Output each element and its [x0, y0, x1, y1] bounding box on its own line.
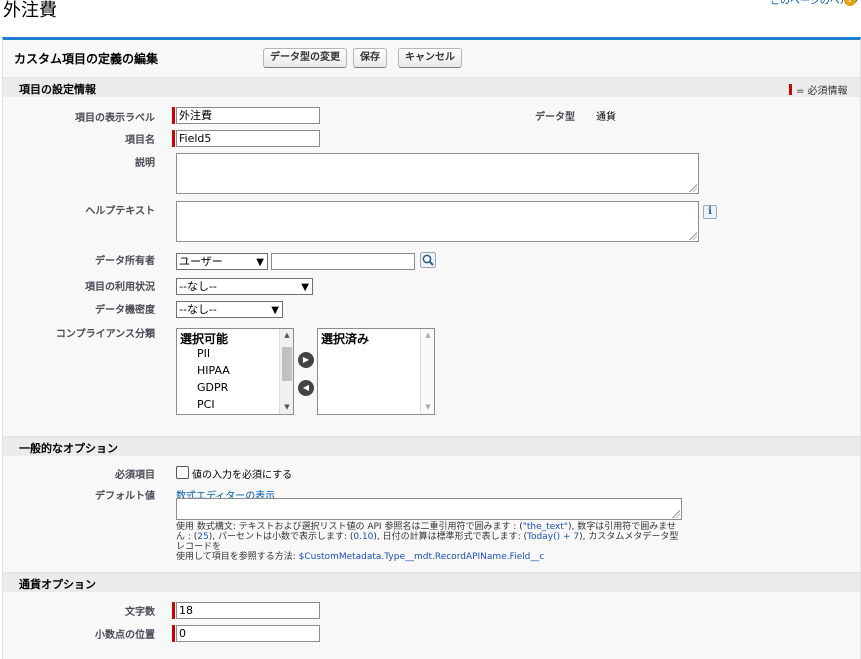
compliance-selected-list[interactable]: 選択済み ▲ ▼	[317, 328, 435, 415]
help-text-textarea[interactable]	[176, 201, 699, 242]
decimal-places-input[interactable]: 0	[176, 625, 320, 642]
add-arrow-icon[interactable]: ▶	[298, 352, 314, 368]
scroll-down-icon[interactable]: ▼	[280, 403, 293, 411]
chevron-down-icon: ▼	[301, 282, 309, 293]
length-label: 文字数	[125, 607, 155, 618]
compliance-label: コンプライアンス分類	[55, 329, 155, 340]
list-item[interactable]: PCI	[197, 398, 215, 411]
save-button[interactable]: 保存	[353, 48, 387, 68]
chevron-down-icon: ▼	[271, 305, 279, 316]
scroll-up-icon[interactable]: ▲	[421, 331, 434, 339]
info-icon[interactable]: i	[703, 205, 717, 219]
data-sensitivity-label: データ機密度	[95, 305, 155, 316]
cancel-button[interactable]: キャンセル	[398, 48, 462, 68]
section-title: 項目の設定情報	[19, 83, 96, 96]
data-owner-type-select[interactable]: ユーザー ▼	[176, 253, 268, 270]
resize-grip-icon[interactable]	[672, 510, 680, 518]
scrollbar[interactable]: ▲ ▼	[279, 329, 293, 414]
required-label: 必須項目	[115, 470, 155, 481]
length-input[interactable]: 18	[176, 602, 320, 619]
description-label: 説明	[135, 158, 155, 169]
section-field-info: 項目の設定情報 = 必須情報	[3, 77, 860, 97]
field-usage-select[interactable]: --なし-- ▼	[176, 278, 313, 295]
list-item[interactable]: GDPR	[197, 381, 228, 394]
formula-hint: 使用 数式構文: テキストおよび選択リスト値の API 参照名は二重引用符で囲み…	[176, 522, 679, 562]
display-label-input[interactable]: 外注費	[176, 107, 320, 124]
default-value-textarea[interactable]	[176, 498, 682, 520]
required-marker-icon	[172, 625, 175, 642]
required-checkbox-label: 値の入力を必須にする	[192, 470, 293, 481]
selected-header: 選択済み	[321, 332, 370, 346]
scroll-thumb[interactable]	[282, 347, 292, 381]
field-name-input[interactable]: Field5	[176, 130, 320, 147]
section-title: 一般的なオプション	[19, 442, 118, 455]
list-item[interactable]: PII	[197, 347, 210, 360]
section-currency-options: 通貨オプション	[3, 572, 860, 592]
section-title: 通貨オプション	[19, 578, 96, 591]
data-sensitivity-select[interactable]: --なし-- ▼	[176, 301, 283, 318]
available-header: 選択可能	[180, 332, 229, 346]
required-marker-icon	[172, 107, 175, 124]
field-usage-label: 項目の利用状況	[85, 282, 155, 293]
compliance-available-list[interactable]: 選択可能 PII HIPAA GDPR PCI ▲ ▼	[176, 328, 294, 415]
change-data-type-button[interactable]: データ型の変更	[263, 48, 347, 68]
scroll-down-icon[interactable]: ▼	[421, 403, 434, 411]
resize-grip-icon[interactable]	[689, 184, 697, 192]
data-owner-input[interactable]	[271, 253, 415, 270]
data-type-value: 通貨	[596, 112, 616, 123]
display-label-label: 項目の表示ラベル	[75, 113, 155, 124]
required-marker-icon	[789, 84, 792, 95]
list-item[interactable]: HIPAA	[197, 364, 230, 377]
chevron-down-icon: ▼	[256, 257, 264, 268]
scrollbar[interactable]: ▲ ▼	[420, 329, 434, 414]
help-text-label: ヘルプテキスト	[85, 206, 155, 217]
lookup-search-icon[interactable]	[420, 252, 436, 268]
default-value-label: デフォルト値	[95, 491, 155, 502]
required-legend: = 必須情報	[789, 82, 848, 97]
data-owner-label: データ所有者	[95, 256, 155, 267]
description-textarea[interactable]	[176, 153, 699, 194]
decimal-places-label: 小数点の位置	[95, 630, 155, 641]
page-title: 外注費	[3, 0, 57, 21]
required-marker-icon	[172, 130, 175, 147]
edit-title: カスタム項目の定義の編集	[14, 52, 159, 66]
data-type-label: データ型	[535, 112, 575, 123]
resize-grip-icon[interactable]	[689, 232, 697, 240]
section-general-options: 一般的なオプション	[3, 436, 860, 456]
required-marker-icon	[172, 602, 175, 619]
remove-arrow-icon[interactable]: ◀	[298, 380, 314, 396]
scroll-up-icon[interactable]: ▲	[280, 331, 293, 339]
required-checkbox[interactable]	[176, 466, 189, 479]
field-name-label: 項目名	[125, 135, 155, 146]
